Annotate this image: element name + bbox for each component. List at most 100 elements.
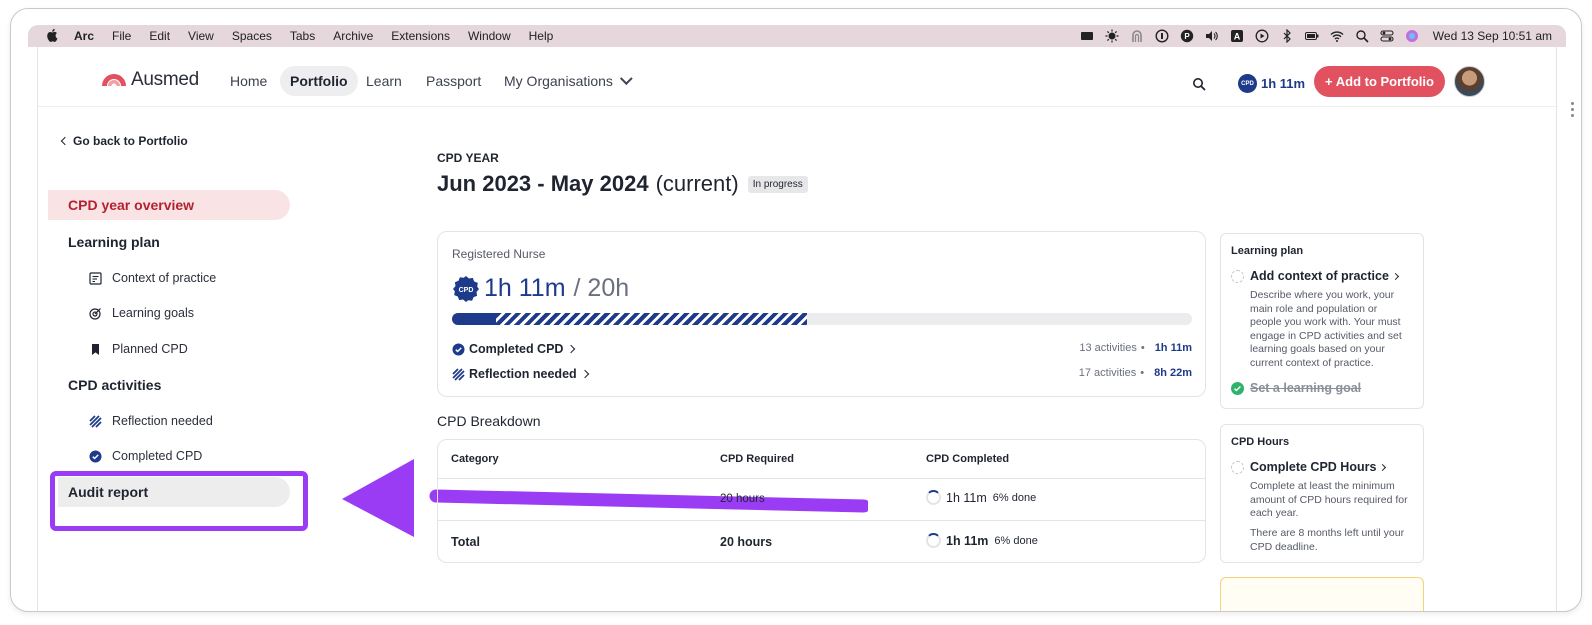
user-avatar[interactable] xyxy=(1454,66,1485,97)
cpd-seal-icon: CPD xyxy=(453,275,479,302)
sidebar-item-reflection-needed[interactable]: Reflection needed xyxy=(88,414,213,428)
deadline-note: There are 8 months left until your CPD d… xyxy=(1250,527,1405,553)
completed-activities-count: 13 activities xyxy=(1079,342,1137,354)
cpd-progress-card: Registered Nurse CPD 1h 11m / 20h Comple… xyxy=(437,231,1206,397)
bluetooth-icon[interactable] xyxy=(1280,29,1294,43)
reflection-activities-count: 17 activities xyxy=(1078,367,1137,379)
battery-icon[interactable] xyxy=(1304,29,1319,43)
nav-portfolio[interactable]: Portfolio xyxy=(280,66,358,96)
sidebar-heading-learning-plan[interactable]: Learning plan xyxy=(68,234,160,250)
svg-text:P: P xyxy=(1184,32,1190,41)
row-cpd-completed: 1h 11m 6% done xyxy=(926,490,1036,505)
back-link-label: Go back to Portfolio xyxy=(73,134,188,148)
search-icon[interactable] xyxy=(1192,77,1206,91)
status-badge: In progress xyxy=(747,175,808,193)
nav-learn[interactable]: Learn xyxy=(356,66,412,96)
cpd-breakdown-title: CPD Breakdown xyxy=(437,413,541,429)
table-header-row: Category CPD Required CPD Completed xyxy=(438,440,1205,479)
cpd-year-current: (current) xyxy=(655,171,739,196)
svg-text:A: A xyxy=(1234,32,1241,42)
cpd-hours-chip[interactable]: CPD 1h 11m xyxy=(1238,74,1305,93)
total-cpd-completed: 1h 11m 6% done xyxy=(926,533,1038,548)
macos-menu-bar: Arc File Edit View Spaces Tabs Archive E… xyxy=(28,25,1566,47)
sidebar-item-learning-goals[interactable]: Learning goals xyxy=(88,306,194,320)
menu-bar-clock[interactable]: Wed 13 Sep 10:51 am xyxy=(1433,29,1552,43)
menu-help[interactable]: Help xyxy=(529,29,554,43)
volume-icon[interactable] xyxy=(1205,29,1219,43)
wifi-icon[interactable] xyxy=(1330,29,1344,43)
nav-home[interactable]: Home xyxy=(220,66,277,96)
cpd-hours-completed: 1h 11m xyxy=(484,274,566,302)
sidebar-item-completed-cpd[interactable]: Completed CPD xyxy=(88,449,202,463)
task-label: Set a learning goal xyxy=(1250,381,1362,395)
spotlight-icon[interactable] xyxy=(1355,29,1369,43)
menu-archive[interactable]: Archive xyxy=(333,29,373,43)
cpd-progress-bar xyxy=(452,313,1192,325)
kebab-menu-icon[interactable] xyxy=(1569,101,1575,121)
bookmark-icon xyxy=(88,342,102,356)
cpd-year-title: Jun 2023 - May 2024 (current) In progres… xyxy=(437,171,808,197)
cpd-hours-target: / 20h xyxy=(573,274,630,302)
input-source-icon[interactable]: A xyxy=(1230,29,1244,43)
striped-icon xyxy=(88,414,102,428)
next-card-peek xyxy=(1220,577,1424,611)
cpd-badge-icon: CPD xyxy=(1238,74,1257,93)
progress-ring-icon xyxy=(926,490,941,505)
apple-icon[interactable] xyxy=(46,28,60,45)
row-cpd-required: 20 hours xyxy=(720,493,765,505)
check-circle-icon xyxy=(88,449,102,463)
menu-edit[interactable]: Edit xyxy=(149,29,170,43)
completed-cpd-label: Completed CPD xyxy=(469,342,564,356)
add-context-of-practice-link[interactable]: Add context of practice xyxy=(1231,269,1399,283)
menu-app-name[interactable]: Arc xyxy=(74,29,94,43)
nav-my-organisations[interactable]: My Organisations xyxy=(494,66,638,96)
complete-cpd-hours-link[interactable]: Complete CPD Hours xyxy=(1231,460,1387,474)
menu-spaces[interactable]: Spaces xyxy=(232,29,272,43)
siri-icon[interactable] xyxy=(1405,29,1419,43)
todo-circle-icon xyxy=(1231,269,1244,283)
sidebar-item-planned-cpd[interactable]: Planned CPD xyxy=(88,342,188,356)
control-center-icon[interactable] xyxy=(1380,29,1394,43)
cpd-hours-card-title: CPD Hours xyxy=(1231,436,1290,448)
target-icon xyxy=(88,306,102,320)
extension-p-icon[interactable]: P xyxy=(1180,29,1194,43)
sidebar-item-context-of-practice[interactable]: Context of practice xyxy=(88,271,216,285)
reflection-needed-link[interactable]: Reflection needed xyxy=(452,367,589,381)
sidebar-item-label: Reflection needed xyxy=(112,414,213,428)
brightness-icon[interactable] xyxy=(1105,29,1119,43)
ausmed-logo[interactable]: Ausmed xyxy=(101,69,199,91)
progress-pending-segment xyxy=(496,313,808,325)
menu-view[interactable]: View xyxy=(188,29,214,43)
separator-dot: • xyxy=(1140,367,1145,379)
set-learning-goal-task[interactable]: Set a learning goal xyxy=(1231,381,1361,395)
table-row[interactable]: 20 hours 1h 11m 6% done xyxy=(438,479,1205,521)
play-icon[interactable] xyxy=(1255,29,1269,43)
completed-cpd-meta: 13 activities • 1h 11m xyxy=(1079,342,1192,354)
sidebar-item-cpd-year-overview[interactable]: CPD year overview xyxy=(48,190,290,220)
task-label: Add context of practice xyxy=(1250,269,1389,283)
add-to-portfolio-button[interactable]: + Add to Portfolio xyxy=(1314,66,1445,97)
menu-file[interactable]: File xyxy=(112,29,131,43)
completed-cpd-link[interactable]: Completed CPD xyxy=(452,342,576,356)
total-completed-pct: 6% done xyxy=(994,534,1038,547)
registration-role: Registered Nurse xyxy=(452,247,546,261)
striped-icon xyxy=(452,367,465,381)
sidebar-heading-cpd-activities[interactable]: CPD activities xyxy=(68,377,161,393)
chevron-left-icon xyxy=(60,136,70,146)
task-label: Complete CPD Hours xyxy=(1250,460,1377,474)
check-circle-icon xyxy=(1231,381,1244,395)
arch-icon[interactable] xyxy=(1130,29,1144,43)
password-manager-icon[interactable] xyxy=(1155,29,1169,43)
back-to-portfolio-link[interactable]: Go back to Portfolio xyxy=(60,134,188,148)
reflection-time: 8h 22m xyxy=(1154,367,1192,379)
menu-window[interactable]: Window xyxy=(468,29,511,43)
display-icon[interactable] xyxy=(1080,29,1094,43)
menu-tabs[interactable]: Tabs xyxy=(290,29,315,43)
sidebar-item-label: Planned CPD xyxy=(112,342,188,356)
column-header-cpd-required: CPD Required xyxy=(720,453,794,465)
sidebar-item-label: Completed CPD xyxy=(112,449,203,463)
cpd-breakdown-table: Category CPD Required CPD Completed 20 h… xyxy=(437,439,1206,563)
nav-passport[interactable]: Passport xyxy=(416,66,491,96)
menu-extensions[interactable]: Extensions xyxy=(391,29,450,43)
check-circle-icon xyxy=(452,343,465,355)
